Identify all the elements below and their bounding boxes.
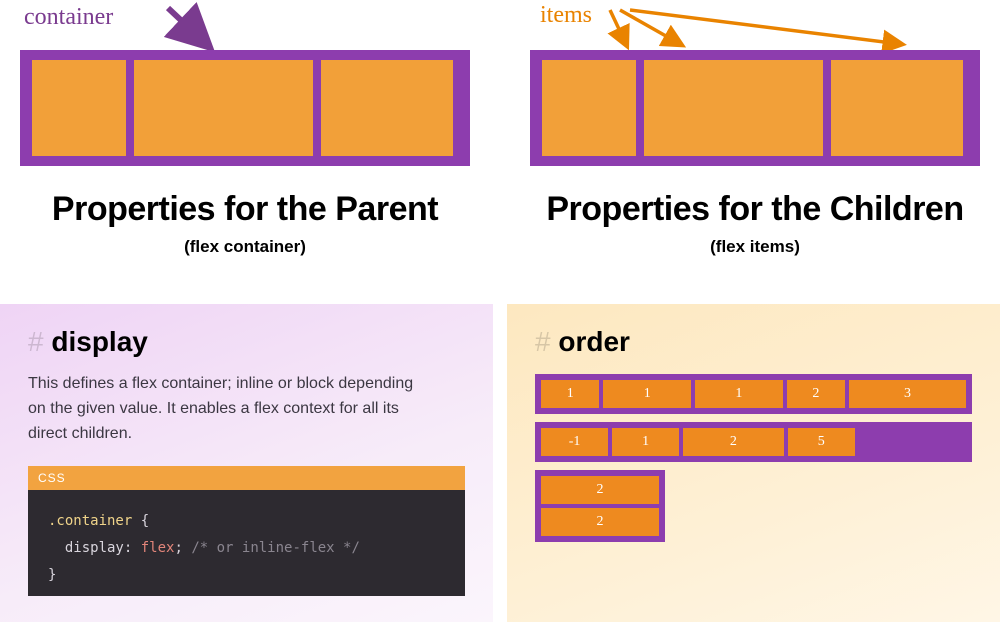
- parent-heading: Properties for the Parent: [20, 190, 470, 229]
- panels-row: display This defines a flex container; i…: [0, 304, 1000, 622]
- code-property: display: [65, 540, 124, 556]
- order-cell: 2: [541, 508, 659, 536]
- order-row: -1 1 2 5: [535, 422, 972, 462]
- order-cell: 1: [603, 380, 691, 408]
- code-brace: {: [141, 513, 149, 529]
- demo-box: [321, 60, 453, 156]
- parent-subheading: (flex container): [20, 237, 470, 257]
- children-subheading: (flex items): [530, 237, 980, 257]
- demo-box: [134, 60, 313, 156]
- order-title: order: [535, 326, 972, 358]
- arrows-items-icon: [600, 4, 960, 50]
- order-row: 1 1 1 2 3: [535, 374, 972, 414]
- parent-heading-block: Properties for the Parent (flex containe…: [20, 190, 470, 257]
- code-body: .container { display: flex; /* or inline…: [28, 490, 465, 596]
- code-block: CSS .container { display: flex; /* or in…: [28, 466, 465, 596]
- code-brace: }: [48, 567, 56, 583]
- order-spacer: [859, 428, 966, 456]
- items-label: items: [540, 2, 592, 29]
- order-cell: 3: [849, 380, 966, 408]
- display-panel: display This defines a flex container; i…: [0, 304, 493, 622]
- code-selector: .container: [48, 513, 132, 529]
- order-diagram: 1 1 1 2 3 -1 1 2 5 2 2: [535, 374, 972, 542]
- order-cell: 2: [683, 428, 784, 456]
- display-description: This defines a flex container; inline or…: [28, 372, 428, 446]
- code-value: flex: [141, 540, 175, 556]
- demo-box: [644, 60, 823, 156]
- order-row-narrow: 2 2: [535, 470, 665, 542]
- order-cell: 1: [541, 380, 599, 408]
- display-title: display: [28, 326, 465, 358]
- items-demo: [530, 50, 980, 166]
- container-label: container: [24, 4, 113, 31]
- children-heading: Properties for the Children: [530, 190, 980, 229]
- arrow-down-right-icon: [160, 2, 230, 52]
- code-lang-tab: CSS: [28, 466, 465, 490]
- container-demo: [20, 50, 470, 166]
- order-cell: -1: [541, 428, 608, 456]
- children-heading-block: Properties for the Children (flex items): [530, 190, 980, 257]
- order-panel: order 1 1 1 2 3 -1 1 2 5 2 2: [507, 304, 1000, 622]
- code-comment: /* or inline-flex */: [191, 540, 360, 556]
- order-cell: 2: [787, 380, 845, 408]
- order-cell: 5: [788, 428, 855, 456]
- demo-box: [542, 60, 636, 156]
- order-cell: 1: [695, 380, 783, 408]
- order-cell: 2: [541, 476, 659, 504]
- demo-box: [831, 60, 963, 156]
- order-cell: 1: [612, 428, 679, 456]
- demo-box: [32, 60, 126, 156]
